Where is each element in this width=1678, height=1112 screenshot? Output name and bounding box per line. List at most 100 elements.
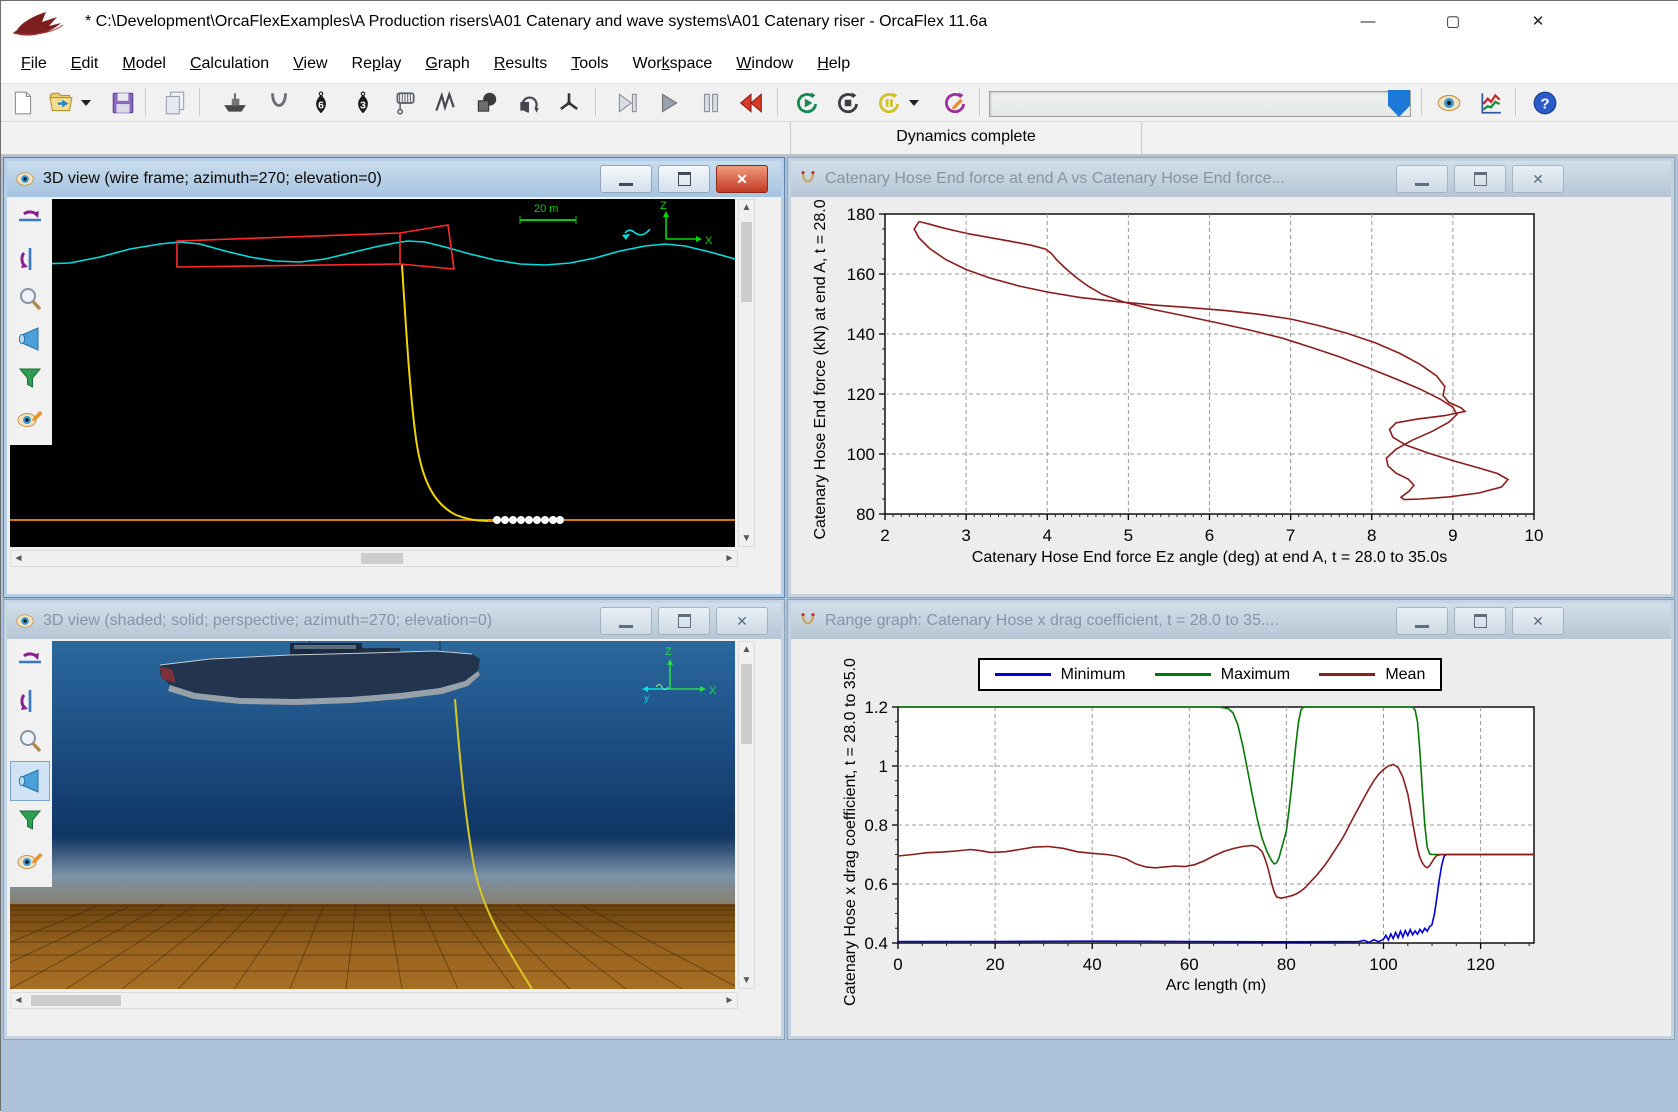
menu-item-view[interactable]: View xyxy=(281,49,339,79)
scroll-up-arrow[interactable]: ▲ xyxy=(739,642,754,657)
panel-3d-wire-titlebar[interactable]: 3D view (wire frame; azimuth=270; elevat… xyxy=(7,161,781,197)
menu-item-window[interactable]: Window xyxy=(724,49,805,79)
open-file-button[interactable] xyxy=(45,87,77,119)
scrollbar-thumb[interactable] xyxy=(31,995,121,1006)
scroll-right-arrow[interactable]: ► xyxy=(722,993,737,1008)
scroll-left-arrow[interactable]: ◄ xyxy=(11,551,26,566)
scrollbar-thumb[interactable] xyxy=(741,222,752,302)
scrollbar-thumb[interactable] xyxy=(361,553,403,564)
menu-item-workspace[interactable]: Workspace xyxy=(621,49,725,79)
new-constraint-button[interactable] xyxy=(513,87,545,119)
edit-view-button[interactable] xyxy=(10,399,50,439)
new-turbine-button[interactable] xyxy=(553,87,585,119)
panel-close-button[interactable]: ✕ xyxy=(716,607,768,635)
save-button[interactable] xyxy=(107,87,139,119)
pause-simulation-button[interactable] xyxy=(873,87,905,119)
rotate-view-x-button[interactable] xyxy=(10,199,50,239)
play-replay-button[interactable] xyxy=(653,87,685,119)
svg-text:100: 100 xyxy=(847,445,875,464)
shaded-3d-canvas[interactable]: Z X y xyxy=(10,641,735,989)
scroll-left-arrow[interactable]: ◄ xyxy=(11,993,26,1008)
panel-close-button[interactable]: ✕ xyxy=(1512,607,1564,635)
svg-text:5: 5 xyxy=(1124,526,1133,545)
panel-3d-shaded-titlebar[interactable]: 3D view (shaded; solid; perspective; azi… xyxy=(7,603,781,639)
rewind-button[interactable] xyxy=(735,87,767,119)
new-winch-button[interactable] xyxy=(389,87,421,119)
shaded-view-button-selected[interactable] xyxy=(10,761,50,801)
buoy-6d-icon: 6 xyxy=(308,90,334,116)
range-graph-area[interactable]: 0204060801001200.40.60.811.2 Minimum Max… xyxy=(791,639,1671,1036)
force-graph-plot[interactable]: 234567891080100120140160180 xyxy=(791,197,1671,594)
new-link-button[interactable] xyxy=(429,87,461,119)
menu-item-graph[interactable]: Graph xyxy=(413,49,481,79)
window-minimize-button[interactable]: — xyxy=(1345,7,1391,37)
panel-close-button[interactable]: ✕ xyxy=(716,165,768,193)
new-shape-button[interactable] xyxy=(471,87,503,119)
panel-maximize-button[interactable] xyxy=(1454,607,1506,635)
panel-minimize-button[interactable] xyxy=(600,607,652,635)
window-maximize-button[interactable]: ▢ xyxy=(1430,7,1476,37)
menu-item-replay[interactable]: Replay xyxy=(340,49,414,79)
progress-marker-icon[interactable] xyxy=(1388,90,1410,117)
shaded-view-button[interactable] xyxy=(10,319,50,359)
horizontal-scrollbar[interactable]: ◄ ► xyxy=(10,550,738,567)
pause-replay-button[interactable] xyxy=(695,87,727,119)
svg-text:40: 40 xyxy=(1083,955,1102,974)
new-line-button[interactable] xyxy=(263,87,295,119)
reset-simulation-button[interactable] xyxy=(832,87,864,119)
force-graph-area[interactable]: 234567891080100120140160180 Catenary Hos… xyxy=(791,197,1671,594)
menu-item-help[interactable]: Help xyxy=(805,49,862,79)
scrollbar-thumb[interactable] xyxy=(741,664,752,744)
new-3d-buoy-button[interactable]: 3 xyxy=(347,87,379,119)
panel-force-graph-titlebar[interactable]: Catenary Hose End force at end A vs Cate… xyxy=(791,161,1671,197)
eye-view-icon xyxy=(15,171,35,187)
edit-view-button[interactable] xyxy=(10,841,50,881)
panel-maximize-button[interactable] xyxy=(1454,165,1506,193)
new-file-button[interactable] xyxy=(7,87,39,119)
vertical-scrollbar[interactable]: ▲ ▼ xyxy=(738,199,755,547)
panel-maximize-button[interactable] xyxy=(658,165,710,193)
horizontal-scrollbar[interactable]: ◄ ► xyxy=(10,992,738,1009)
replay-progress-slider[interactable] xyxy=(989,91,1411,117)
new-3d-view-button[interactable] xyxy=(1433,87,1465,119)
help-button[interactable]: ? xyxy=(1529,87,1561,119)
menu-item-tools[interactable]: Tools xyxy=(559,49,620,79)
run-simulation-button[interactable] xyxy=(791,87,823,119)
menu-item-file[interactable]: File xyxy=(9,49,59,79)
panel-minimize-button[interactable] xyxy=(1396,165,1448,193)
scroll-up-arrow[interactable]: ▲ xyxy=(739,200,754,215)
menu-item-model[interactable]: Model xyxy=(110,49,178,79)
menu-item-calculation[interactable]: Calculation xyxy=(178,49,281,79)
menu-item-results[interactable]: Results xyxy=(482,49,559,79)
filter-objects-button[interactable] xyxy=(10,801,50,841)
rotate-view-z-button[interactable] xyxy=(10,681,50,721)
window-close-button[interactable]: ✕ xyxy=(1515,7,1561,37)
rotate-view-z-button[interactable] xyxy=(10,239,50,279)
zoom-view-button[interactable] xyxy=(10,279,50,319)
open-dropdown-caret[interactable] xyxy=(81,100,91,106)
vertical-scrollbar[interactable]: ▲ ▼ xyxy=(738,641,755,989)
zoom-view-button[interactable] xyxy=(10,721,50,761)
window-titlebar[interactable]: * C:\Development\OrcaFlexExamples\A Prod… xyxy=(1,1,1678,45)
filter-objects-button[interactable] xyxy=(10,359,50,399)
panel-force-graph: Catenary Hose End force at end A vs Cate… xyxy=(787,157,1675,598)
panel-close-button[interactable]: ✕ xyxy=(1512,165,1564,193)
panel-minimize-button[interactable] xyxy=(600,165,652,193)
rotate-view-x-button[interactable] xyxy=(10,641,50,681)
panel-maximize-button[interactable] xyxy=(658,607,710,635)
menu-item-edit[interactable]: Edit xyxy=(59,49,111,79)
copy-pages-button[interactable] xyxy=(159,87,191,119)
scroll-right-arrow[interactable]: ► xyxy=(722,551,737,566)
edit-replay-button[interactable] xyxy=(939,87,971,119)
scroll-down-arrow[interactable]: ▼ xyxy=(739,531,754,546)
results-graph-button[interactable] xyxy=(1475,87,1507,119)
axis-z-label: Z xyxy=(665,646,672,658)
panel-minimize-button[interactable] xyxy=(1396,607,1448,635)
new-6d-buoy-button[interactable]: 6 xyxy=(305,87,337,119)
panel-range-graph-titlebar[interactable]: Range graph: Catenary Hose x drag coeffi… xyxy=(791,603,1671,639)
scroll-down-arrow[interactable]: ▼ xyxy=(739,973,754,988)
new-vessel-button[interactable] xyxy=(219,87,251,119)
wireframe-3d-canvas[interactable]: 20 m Z X xyxy=(10,199,735,547)
pause-dropdown-caret[interactable] xyxy=(909,100,919,106)
step-replay-button[interactable] xyxy=(611,87,643,119)
